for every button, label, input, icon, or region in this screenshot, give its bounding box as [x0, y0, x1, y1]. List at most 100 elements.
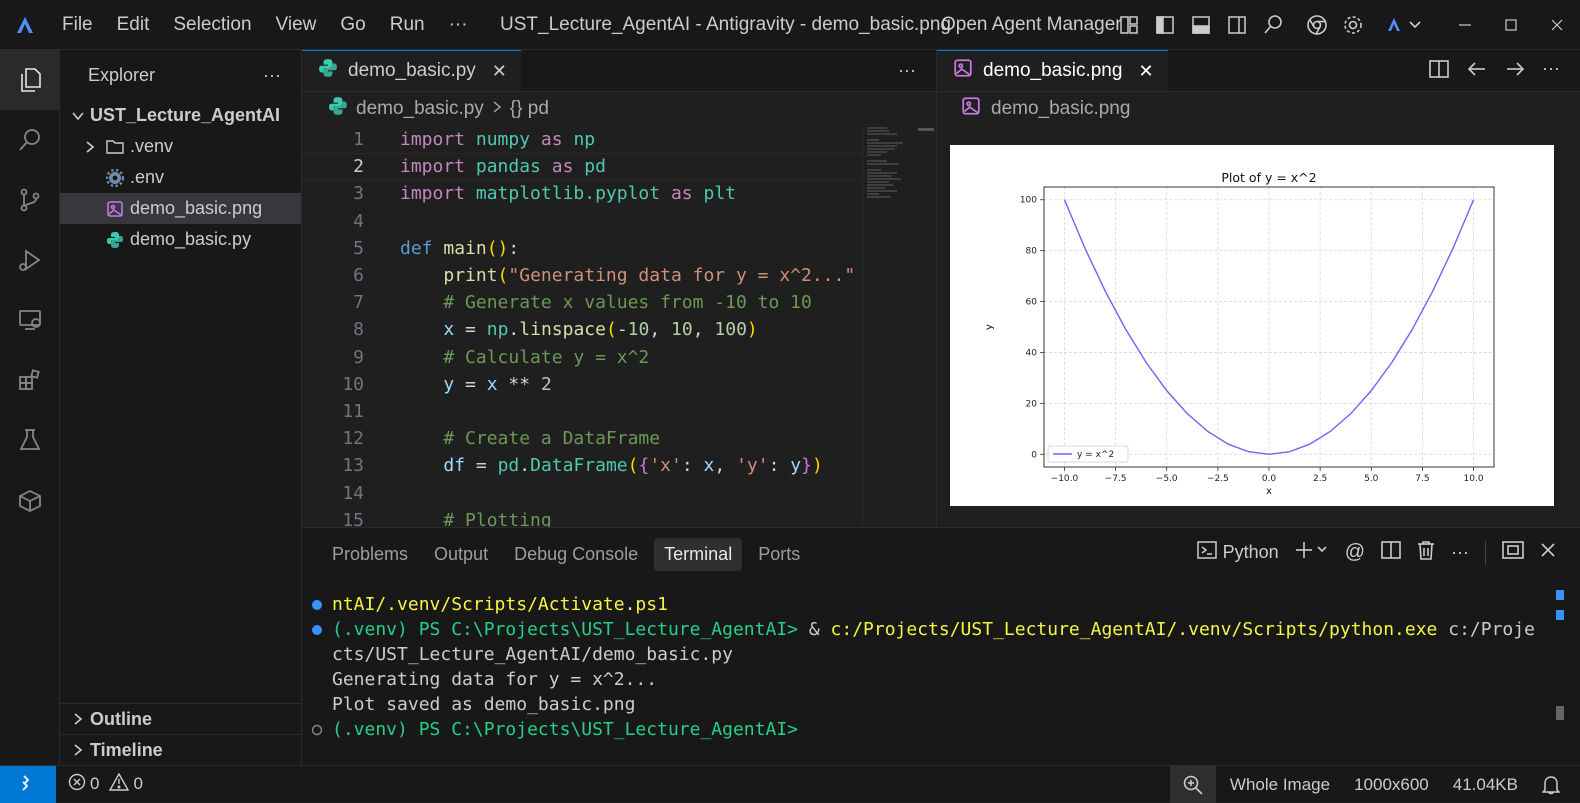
terminal-prompt: (.venv) PS C:\Projects\UST_Lecture_Agent… [332, 719, 798, 740]
close-tab-icon[interactable]: ✕ [1138, 61, 1153, 82]
tree-item-demo-basic-py[interactable]: demo_basic.py [60, 224, 301, 255]
code-line: 2 import pandas as pd [302, 153, 862, 180]
zoom-level[interactable]: Whole Image [1216, 775, 1342, 795]
terminal-shell-label[interactable]: Python [1223, 542, 1279, 563]
toggle-secondary-sidebar-icon[interactable] [1224, 10, 1250, 40]
bell-icon[interactable] [1530, 775, 1580, 795]
maximize-panel-icon[interactable] [1502, 540, 1524, 565]
zoom-icon[interactable] [1169, 766, 1216, 803]
open-agent-manager-button[interactable]: Open Agent Manager [941, 14, 1122, 36]
breadcrumb-symbol[interactable]: {} pd [510, 98, 549, 120]
search-icon[interactable] [1260, 10, 1286, 40]
trash-icon[interactable] [1417, 540, 1435, 565]
settings-gear-icon[interactable] [1340, 10, 1366, 40]
account-menu-icon[interactable] [1384, 10, 1424, 40]
toggle-sidebar-icon[interactable] [1152, 10, 1178, 40]
terminal-line: Generating data for y = x^2... [302, 667, 1552, 692]
split-editor-icon[interactable] [1428, 58, 1450, 85]
extensions-icon[interactable] [0, 350, 60, 410]
menu-run[interactable]: Run [378, 14, 437, 36]
timeline-label: Timeline [90, 739, 163, 760]
code-line: 8 x = np.linspace(-10, 10, 100) [302, 316, 862, 343]
python-file-icon [100, 231, 130, 249]
menu-edit[interactable]: Edit [105, 14, 162, 36]
problems-status[interactable]: 0 0 [56, 772, 151, 796]
outline-section[interactable]: Outline [60, 703, 301, 734]
explorer-more-button[interactable]: ··· [263, 65, 281, 86]
preview-breadcrumb-file[interactable]: demo_basic.png [991, 98, 1130, 120]
toggle-panel-icon[interactable] [1188, 10, 1214, 40]
menu-selection[interactable]: Selection [161, 14, 263, 36]
app-window: File Edit Selection View Go Run ··· UST_… [0, 0, 1580, 803]
mention-at-icon[interactable]: @ [1345, 541, 1365, 564]
tab-demo-basic-py[interactable]: demo_basic.py ✕ [302, 50, 521, 91]
image-file-icon [953, 58, 973, 84]
tab-problems[interactable]: Problems [322, 538, 418, 571]
tree-item-label: .venv [130, 136, 174, 156]
search-icon[interactable] [0, 110, 60, 170]
terminal-prompt: (.venv) PS C:\Projects\UST_Lecture_Agent… [332, 619, 809, 640]
remote-explorer-icon[interactable] [0, 290, 60, 350]
menu-bar: File Edit Selection View Go Run ··· [50, 14, 480, 36]
code-line: 15 # Plotting [302, 507, 862, 527]
browser-icon[interactable] [1304, 10, 1330, 40]
tab-output[interactable]: Output [424, 538, 498, 571]
more-actions-icon[interactable]: ··· [1542, 58, 1560, 85]
line-number: 4 [353, 210, 364, 232]
split-terminal-icon[interactable] [1381, 540, 1401, 565]
timeline-section[interactable]: Timeline [60, 734, 301, 765]
explorer-icon[interactable] [0, 50, 60, 110]
customize-layout-icon[interactable] [1116, 10, 1142, 40]
maximize-icon[interactable] [1488, 0, 1534, 50]
menu-more[interactable]: ··· [437, 14, 480, 36]
remote-indicator-icon[interactable] [0, 765, 56, 803]
code-line: 9 # Calculate y = x^2 [302, 344, 862, 371]
editor-more-button[interactable]: ··· [898, 60, 916, 81]
tab-terminal[interactable]: Terminal [654, 538, 743, 571]
editor-scrollbar[interactable] [916, 126, 936, 527]
tab-demo-basic-png[interactable]: demo_basic.png ✕ [937, 50, 1168, 91]
image-preview[interactable]: −10.0 −7.5 −5.0 −2.5 0.0 2.5 5.0 7.5 10.0 0 20 40 60… [950, 145, 1554, 506]
empty-dot-icon [302, 724, 332, 736]
legend-label: y = x^2 [1077, 450, 1114, 460]
preview-breadcrumb: demo_basic.png [937, 92, 1580, 125]
terminal-line: (.venv) PS C:\Projects\UST_Lecture_Agent… [302, 617, 1552, 642]
breadcrumb-file[interactable]: demo_basic.py [356, 98, 484, 120]
menu-view[interactable]: View [264, 14, 329, 36]
close-panel-icon[interactable] [1540, 542, 1556, 563]
close-tab-icon[interactable]: ✕ [492, 61, 507, 82]
arrow-right-icon[interactable] [1504, 58, 1526, 85]
tab-debug-console[interactable]: Debug Console [504, 538, 648, 571]
tab-ports[interactable]: Ports [748, 538, 810, 571]
tree-item-label: demo_basic.png [130, 198, 263, 218]
tree-item-env[interactable]: .env [60, 162, 301, 193]
source-control-icon[interactable] [0, 170, 60, 230]
python-file-icon [328, 96, 348, 122]
warning-count: 0 [133, 774, 143, 793]
minimize-icon[interactable] [1442, 0, 1488, 50]
line-number: 8 [353, 319, 364, 341]
terminal-scrollbar[interactable] [1556, 590, 1564, 720]
x-tick-label: 5.0 [1364, 474, 1379, 484]
more-actions-icon[interactable]: ··· [1451, 542, 1469, 563]
menu-file[interactable]: File [50, 14, 105, 36]
containers-icon[interactable] [0, 470, 60, 530]
menu-go[interactable]: Go [328, 14, 377, 36]
code-area[interactable]: 1 import numpy as np 2 import pandas as pd… [302, 126, 862, 527]
workspace-root[interactable]: UST_Lecture_AgentAI [60, 100, 301, 131]
close-window-icon[interactable] [1534, 0, 1580, 50]
code-line: 13 df = pd.DataFrame({'x': x, 'y': y}) [302, 452, 862, 479]
new-terminal-icon[interactable] [1295, 540, 1329, 565]
terminal-output[interactable]: ntAI/.venv/Scripts/Activate.ps1 (.venv) … [302, 592, 1552, 742]
sidebar-bottom-sections: Outline Timeline [60, 703, 301, 765]
minimap[interactable] [862, 126, 916, 527]
line-number: 5 [353, 237, 364, 259]
tree-item-venv[interactable]: .venv [60, 131, 301, 162]
antigravity-logo-icon[interactable] [0, 0, 50, 50]
testing-flask-icon[interactable] [0, 410, 60, 470]
arrow-left-icon[interactable] [1466, 58, 1488, 85]
tree-item-demo-basic-png[interactable]: demo_basic.png [60, 193, 301, 224]
code-line: 5 def main(): [302, 235, 862, 262]
code-line: 7 # Generate x values from -10 to 10 [302, 289, 862, 316]
run-debug-icon[interactable] [0, 230, 60, 290]
